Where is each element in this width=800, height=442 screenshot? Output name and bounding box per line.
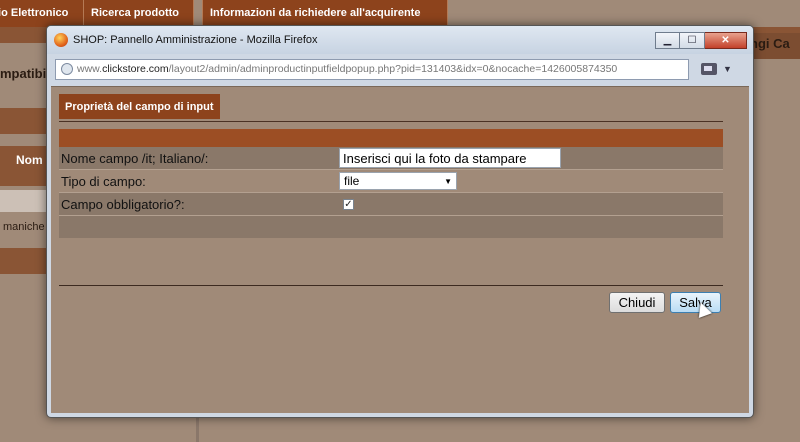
input-field-form: Nome campo /it; Italiano/: Tipo di campo… xyxy=(59,129,723,238)
firefox-popup-window: SHOP: Pannello Amministrazione - Mozilla… xyxy=(46,25,754,418)
site-globe-icon[interactable] xyxy=(61,63,73,75)
close-window-button[interactable]: ✕ xyxy=(705,31,747,49)
bg-right-label: ngi Ca xyxy=(750,36,790,51)
field-type-label: Tipo di campo: xyxy=(61,173,146,189)
window-controls: ▁ ☐ ✕ xyxy=(655,31,747,49)
bg-tab-ricerca-prodotto[interactable]: Ricerca prodotto xyxy=(84,0,194,27)
address-bar[interactable]: www.clickstore.com/layout2/admin/adminpr… xyxy=(55,58,689,80)
field-required-checkbox[interactable]: ✓ xyxy=(343,198,354,210)
tab-row: Proprietà del campo di input xyxy=(59,94,723,122)
field-type-select[interactable]: file ▼ xyxy=(339,172,457,190)
field-required-row: Campo obbligatorio?: ✓ xyxy=(59,193,723,216)
bg-left-label: mpatibile xyxy=(0,66,46,81)
form-spacer-row xyxy=(59,216,723,238)
maximize-button[interactable]: ☐ xyxy=(680,31,705,49)
bg-column-header[interactable]: Nom xyxy=(16,153,46,167)
tab-input-field-properties[interactable]: Proprietà del campo di input xyxy=(59,94,220,119)
maximize-icon: ☐ xyxy=(687,34,697,46)
bg-row-text: maniche xyxy=(3,221,45,233)
footer-divider xyxy=(59,285,723,286)
window-title: SHOP: Pannello Amministrazione - Mozilla… xyxy=(73,34,318,46)
bg-left-bar-bottom xyxy=(0,248,46,274)
firefox-icon xyxy=(54,33,68,47)
close-icon: ✕ xyxy=(721,34,730,46)
address-bar-row: www.clickstore.com/layout2/admin/adminpr… xyxy=(47,54,753,84)
field-type-row: Tipo di campo: file ▼ xyxy=(59,170,723,193)
field-name-row: Nome campo /it; Italiano/: xyxy=(59,147,723,170)
bg-tab-informazioni[interactable]: Informazioni da richiedere all'acquirent… xyxy=(202,0,448,27)
popup-content: Proprietà del campo di input Nome campo … xyxy=(51,86,749,413)
field-required-label: Campo obbligatorio?: xyxy=(61,196,185,212)
field-type-value: file xyxy=(344,174,360,188)
field-name-input[interactable] xyxy=(339,148,561,168)
bg-left-bar xyxy=(0,108,46,134)
url-text: www.clickstore.com/layout2/admin/adminpr… xyxy=(77,63,618,75)
minimize-icon: ▁ xyxy=(663,34,672,46)
window-titlebar[interactable]: SHOP: Pannello Amministrazione - Mozilla… xyxy=(47,26,753,54)
bg-tab-listino[interactable]: lio Elettronico xyxy=(0,0,84,27)
form-header-bar xyxy=(59,129,723,147)
background-tabs: lio Elettronico Ricerca prodotto xyxy=(0,0,194,27)
field-name-label: Nome campo /it; Italiano/: xyxy=(61,150,209,166)
chevron-down-icon[interactable]: ▼ xyxy=(723,64,732,74)
bg-filter-input[interactable] xyxy=(0,190,46,212)
minimize-button[interactable]: ▁ xyxy=(655,31,680,49)
plugin-icon[interactable] xyxy=(701,63,717,75)
dropdown-arrow-icon: ▼ xyxy=(444,176,452,186)
close-button[interactable]: Chiudi xyxy=(609,292,665,313)
